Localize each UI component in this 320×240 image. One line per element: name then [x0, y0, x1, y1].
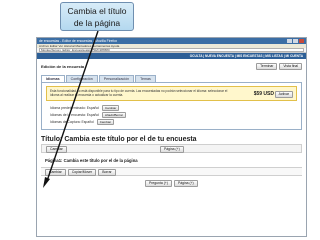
tab-temas[interactable]: Temas — [135, 75, 156, 82]
language-prefs: Idioma predeterminado: Español Cambiar I… — [46, 104, 297, 125]
notice-price: $59 USD — [253, 91, 274, 97]
callout-box: Cambia el título de la página — [60, 2, 134, 31]
editor-heading: Edición de la encuesta — [41, 63, 85, 69]
editor-header: Edición de la encuesta Terminar Vista fi… — [41, 61, 302, 71]
pref-cambiar-button[interactable]: Cambiar — [96, 118, 115, 125]
minimize-icon[interactable] — [287, 39, 292, 43]
tab-configuracion[interactable]: Configuración — [65, 75, 98, 82]
site-nav-links[interactable]: OCULTA | NUEVA ENCUESTA | MIS ENCUESTAS … — [190, 54, 303, 58]
notice-text: Esta funcionalidad no está disponible pa… — [50, 89, 228, 97]
tab-personalizacion[interactable]: Personalización — [98, 75, 135, 82]
pref-cambiar-button[interactable]: Cambiar — [102, 104, 120, 111]
survey-cambiar-button[interactable]: Cambiar — [46, 146, 67, 153]
pref-label: Idiomas de la encuesta: Español — [50, 112, 100, 117]
page-cambiar-button[interactable]: Cambiar — [45, 169, 66, 176]
editor-tabs: Idiomas Configuración Personalización Te… — [41, 75, 302, 83]
callout-line-1: Cambia el título — [67, 6, 127, 16]
copiar-mover-button[interactable]: Copiar/Mover — [67, 169, 97, 176]
callout-line-2: de la página — [73, 18, 121, 28]
editor-actions: Terminar Vista final — [256, 62, 302, 70]
page-title: Página1: Cambia este título por el de la… — [45, 158, 138, 163]
tab-idiomas[interactable]: Idiomas — [41, 75, 65, 82]
pref-row: Idioma predeterminado: Español Cambiar — [50, 104, 297, 111]
pref-label: Idioma predeterminado: Español — [50, 105, 100, 110]
close-icon[interactable] — [299, 39, 304, 43]
activar-button[interactable]: Activar — [274, 91, 293, 98]
add-question-button[interactable]: Pregunta (+) — [145, 180, 172, 187]
pref-anadir-borrar-button[interactable]: Añadir/Borrar — [102, 111, 126, 118]
languages-panel: Esta funcionalidad no está disponible pa… — [41, 83, 302, 130]
survey-title: Título: Cambia este título por el de tu … — [41, 136, 197, 143]
pref-label: Idiomas de Captura: Español — [50, 119, 94, 124]
pref-row: Idiomas de la encuesta: Español Añadir/B… — [50, 111, 297, 118]
vista-final-button[interactable]: Vista final — [279, 62, 302, 70]
page-actions: Cambiar Copiar/Mover Borrar — [45, 169, 116, 176]
add-page-bottom-button[interactable]: Página (+) — [173, 180, 198, 187]
page-add-actions: Pregunta (+) Página (+) — [145, 180, 198, 187]
page-footer: Pregunta (+) Página (+) — [41, 176, 302, 187]
page-toolbar: Cambiar Copiar/Mover Borrar — [41, 167, 302, 176]
borrar-button[interactable]: Borrar — [98, 169, 116, 176]
editor-content: Edición de la encuesta Terminar Vista fi… — [37, 59, 306, 188]
survey-toolbar: Cambiar Página (+) — [41, 144, 302, 153]
maximize-icon[interactable] — [293, 39, 298, 43]
browser-window: de encuestas - Editor de encuestas - Moz… — [36, 37, 307, 237]
window-title: de encuestas - Editor de encuestas - Moz… — [39, 39, 118, 43]
pref-row: Idiomas de Captura: Español Cambiar — [50, 118, 297, 125]
url-field[interactable]: MonkeySurvey_Editor_Encuesta.aspx?SM=286… — [39, 48, 304, 52]
upgrade-notice: Esta funcionalidad no está disponible pa… — [46, 86, 297, 101]
add-page-button[interactable]: Página (+) — [160, 146, 184, 153]
window-controls — [287, 39, 304, 43]
terminar-button[interactable]: Terminar — [256, 62, 278, 70]
